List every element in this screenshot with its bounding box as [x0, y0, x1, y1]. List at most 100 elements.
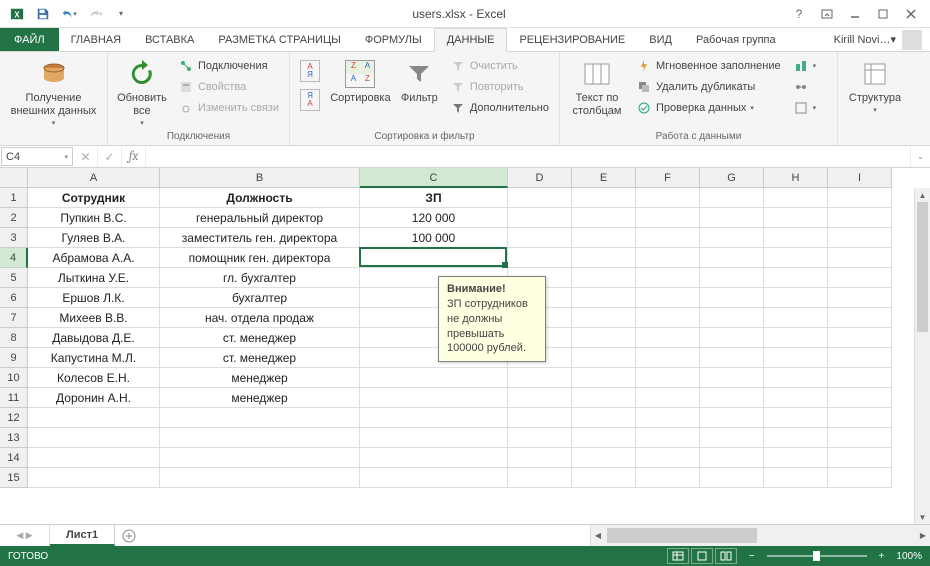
cell[interactable]: [636, 388, 700, 408]
column-header[interactable]: E: [572, 168, 636, 188]
cell[interactable]: [508, 208, 572, 228]
column-header[interactable]: C: [360, 168, 508, 188]
row-header[interactable]: 2: [0, 208, 28, 228]
row-header[interactable]: 5: [0, 268, 28, 288]
cell[interactable]: [572, 368, 636, 388]
connections-button[interactable]: Подключения: [174, 56, 283, 76]
cell[interactable]: 100 000: [360, 228, 508, 248]
cell[interactable]: [572, 268, 636, 288]
help-icon[interactable]: ?: [786, 4, 812, 24]
row-header[interactable]: 3: [0, 228, 28, 248]
cell[interactable]: [636, 348, 700, 368]
cell[interactable]: [636, 288, 700, 308]
relationships-button[interactable]: [789, 77, 821, 97]
tab-insert[interactable]: ВСТАВКА: [133, 28, 206, 51]
cell[interactable]: [360, 468, 508, 488]
cell[interactable]: [508, 248, 572, 268]
cell[interactable]: [636, 308, 700, 328]
cell[interactable]: [828, 348, 892, 368]
cell[interactable]: [700, 268, 764, 288]
cell[interactable]: менеджер: [160, 368, 360, 388]
cell[interactable]: [636, 468, 700, 488]
sort-button[interactable]: ZAAZ Сортировка: [328, 54, 393, 105]
expand-formula-icon[interactable]: ⌄: [910, 146, 930, 167]
cell[interactable]: [508, 448, 572, 468]
vertical-scrollbar[interactable]: ▲▼: [914, 188, 930, 524]
cell[interactable]: [764, 188, 828, 208]
row-header[interactable]: 11: [0, 388, 28, 408]
sheet-nav[interactable]: ◀ ▶: [0, 525, 50, 546]
tab-home[interactable]: ГЛАВНАЯ: [59, 28, 133, 51]
cell[interactable]: [636, 328, 700, 348]
cell[interactable]: [28, 428, 160, 448]
row-header[interactable]: 4: [0, 248, 28, 268]
cell[interactable]: [160, 428, 360, 448]
save-icon[interactable]: [32, 3, 54, 25]
close-icon[interactable]: [898, 4, 924, 24]
cell[interactable]: [636, 408, 700, 428]
cell[interactable]: [764, 288, 828, 308]
cell[interactable]: [700, 468, 764, 488]
cell[interactable]: [160, 468, 360, 488]
cell[interactable]: заместитель ген. директора: [160, 228, 360, 248]
cell[interactable]: [572, 408, 636, 428]
cell[interactable]: [636, 208, 700, 228]
tab-view[interactable]: ВИД: [637, 28, 684, 51]
tab-file[interactable]: ФАЙЛ: [0, 28, 59, 51]
what-if-button[interactable]: ▾: [789, 98, 821, 118]
cell[interactable]: [700, 328, 764, 348]
edit-links-button[interactable]: Изменить связи: [174, 98, 283, 118]
cell[interactable]: [700, 208, 764, 228]
cell[interactable]: гл. бухгалтер: [160, 268, 360, 288]
cell[interactable]: [508, 368, 572, 388]
cell[interactable]: [572, 388, 636, 408]
cell[interactable]: Ершов Л.К.: [28, 288, 160, 308]
cell[interactable]: [764, 268, 828, 288]
column-header[interactable]: G: [700, 168, 764, 188]
maximize-icon[interactable]: [870, 4, 896, 24]
sort-asc-button[interactable]: АЯ: [296, 58, 324, 84]
cell[interactable]: ЗП: [360, 188, 508, 208]
cell[interactable]: [764, 248, 828, 268]
cell[interactable]: [508, 188, 572, 208]
cell[interactable]: ст. менеджер: [160, 328, 360, 348]
ribbon-display-icon[interactable]: [814, 4, 840, 24]
remove-duplicates-button[interactable]: Удалить дубликаты: [632, 77, 785, 97]
cell[interactable]: [636, 188, 700, 208]
cell[interactable]: [828, 468, 892, 488]
cell[interactable]: [828, 368, 892, 388]
text-to-columns-button[interactable]: Текст по столбцам: [566, 54, 628, 118]
row-header[interactable]: 14: [0, 448, 28, 468]
sort-desc-button[interactable]: ЯА: [296, 87, 324, 113]
column-header[interactable]: H: [764, 168, 828, 188]
cell[interactable]: [508, 428, 572, 448]
cell[interactable]: [828, 268, 892, 288]
cell[interactable]: [508, 468, 572, 488]
cell[interactable]: [764, 348, 828, 368]
cell[interactable]: [360, 408, 508, 428]
cell[interactable]: [360, 368, 508, 388]
row-header[interactable]: 1: [0, 188, 28, 208]
minimize-icon[interactable]: [842, 4, 868, 24]
row-header[interactable]: 8: [0, 328, 28, 348]
cell[interactable]: Гуляев В.А.: [28, 228, 160, 248]
cell[interactable]: [360, 448, 508, 468]
cell[interactable]: [572, 208, 636, 228]
cell[interactable]: [828, 308, 892, 328]
customize-qat-icon[interactable]: ▾: [110, 3, 132, 25]
row-header[interactable]: 6: [0, 288, 28, 308]
cell[interactable]: нач. отдела продаж: [160, 308, 360, 328]
cell[interactable]: Доронин А.Н.: [28, 388, 160, 408]
undo-icon[interactable]: ▾: [58, 3, 80, 25]
sheet-tab[interactable]: Лист1: [50, 525, 115, 546]
row-header[interactable]: 12: [0, 408, 28, 428]
cell[interactable]: [828, 328, 892, 348]
cell[interactable]: [28, 468, 160, 488]
redo-icon[interactable]: ▾: [84, 3, 106, 25]
cell[interactable]: [572, 328, 636, 348]
cell[interactable]: [700, 448, 764, 468]
horizontal-scrollbar[interactable]: ◀▶: [590, 525, 930, 546]
tab-workgroup[interactable]: Рабочая группа: [684, 28, 788, 51]
flash-fill-button[interactable]: Мгновенное заполнение: [632, 56, 785, 76]
cell[interactable]: [360, 388, 508, 408]
